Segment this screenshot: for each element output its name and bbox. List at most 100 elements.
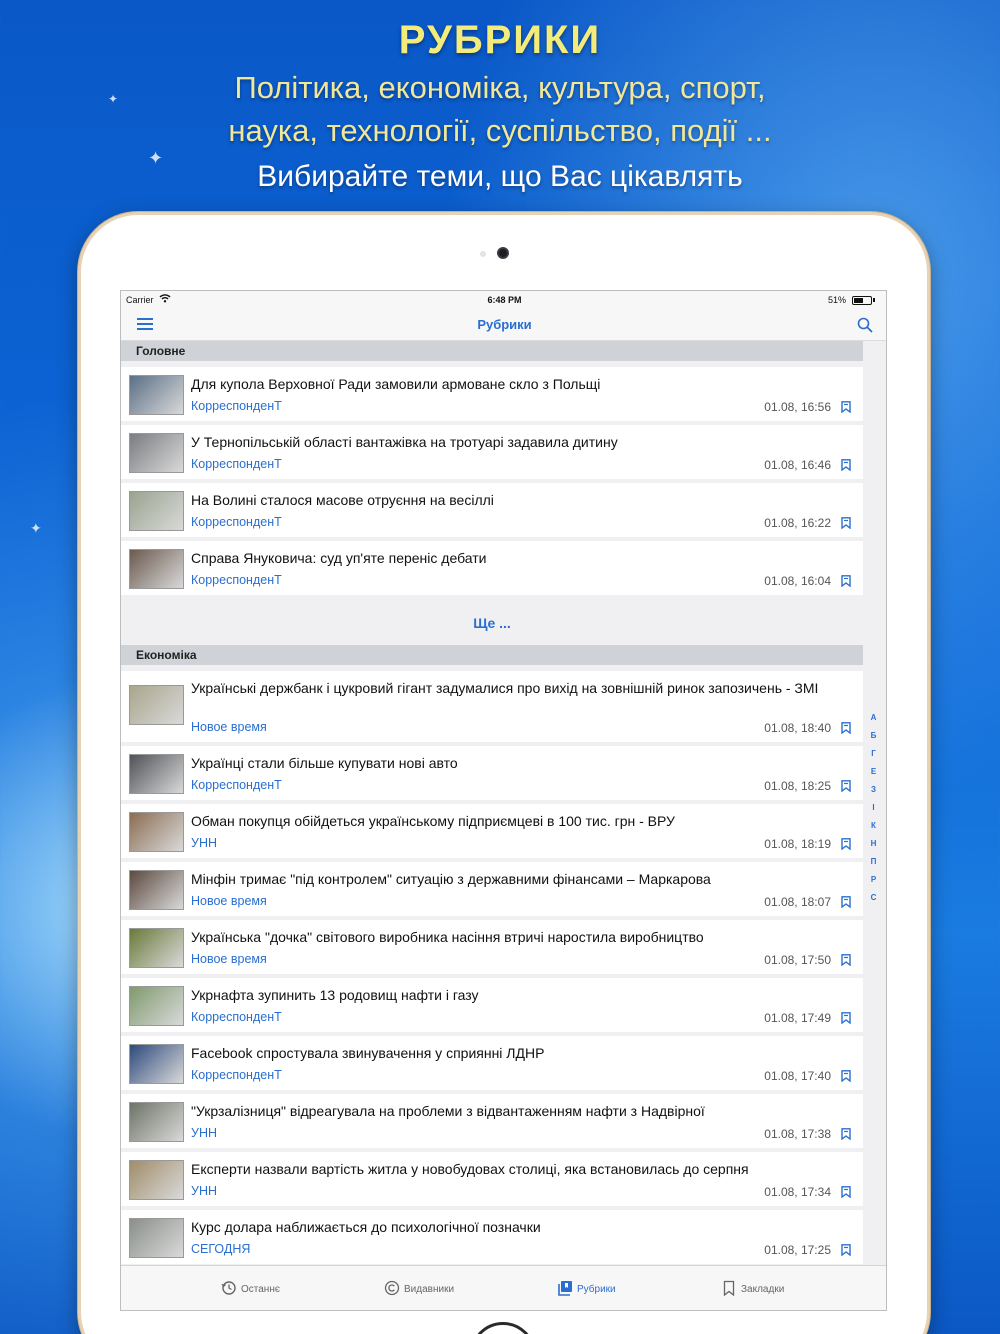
promo-title: РУБРИКИ bbox=[398, 18, 602, 62]
news-thumbnail bbox=[129, 754, 184, 794]
index-letter[interactable]: З bbox=[861, 785, 886, 794]
tab-label: Рубрики bbox=[577, 1284, 616, 1295]
index-letter[interactable]: Е bbox=[861, 767, 886, 776]
news-source: КорреспонденТ bbox=[191, 457, 282, 471]
bookmark-icon[interactable] bbox=[841, 722, 851, 734]
alphabet-index[interactable]: АБГЕЗІКНПРС bbox=[861, 341, 886, 1265]
news-item[interactable]: У Тернопільській області вантажівка на т… bbox=[121, 425, 863, 479]
news-source: УНН bbox=[191, 1126, 217, 1140]
tab-label: Останнє bbox=[241, 1284, 280, 1295]
promo-line-1: Політика, економіка, культура, спорт, bbox=[234, 70, 766, 105]
news-title: У Тернопільській області вантажівка на т… bbox=[191, 434, 618, 450]
history-icon bbox=[221, 1281, 236, 1295]
bookmark-icon[interactable] bbox=[841, 1186, 851, 1198]
battery-percent: 51% bbox=[827, 295, 846, 305]
index-letter[interactable]: Б bbox=[861, 731, 886, 740]
battery-icon bbox=[852, 296, 872, 305]
bookmark-icon[interactable] bbox=[841, 954, 851, 966]
status-time: 6:48 PM bbox=[487, 295, 522, 305]
bookmark-icon[interactable] bbox=[841, 1244, 851, 1256]
news-thumbnail bbox=[129, 549, 184, 589]
news-thumbnail bbox=[129, 986, 184, 1026]
news-thumbnail bbox=[129, 928, 184, 968]
news-title: Для купола Верховної Ради замовили армов… bbox=[191, 376, 601, 392]
news-thumbnail bbox=[129, 491, 184, 531]
news-item[interactable]: Українські держбанк і цукровий гігант за… bbox=[121, 671, 863, 742]
news-item[interactable]: Справа Януковича: суд уп'яте переніс деб… bbox=[121, 541, 863, 595]
index-letter[interactable]: Р bbox=[861, 875, 886, 884]
news-item[interactable]: Курс долара наближається до психологічно… bbox=[121, 1210, 863, 1264]
bookmark-icon[interactable] bbox=[841, 838, 851, 850]
news-thumbnail bbox=[129, 870, 184, 910]
news-source: Новое время bbox=[191, 720, 267, 734]
news-title: Справа Януковича: суд уп'яте переніс деб… bbox=[191, 550, 487, 566]
news-item[interactable]: На Волині сталося масове отруєння на вес… bbox=[121, 483, 863, 537]
news-title: Укрнафта зупинить 13 родовищ нафти і газ… bbox=[191, 987, 479, 1003]
news-time: 01.08, 16:22 bbox=[764, 516, 831, 530]
section-header: Економіка bbox=[121, 645, 863, 665]
bookmark-icon[interactable] bbox=[841, 1012, 851, 1024]
news-item[interactable]: Укрнафта зупинить 13 родовищ нафти і газ… bbox=[121, 978, 863, 1032]
news-thumbnail bbox=[129, 1102, 184, 1142]
tab-bar: Останнє Видавники Рубрики Закладки bbox=[121, 1265, 886, 1310]
bookmark-icon[interactable] bbox=[841, 401, 851, 413]
battery-tip bbox=[873, 298, 875, 302]
bookmark-icon[interactable] bbox=[841, 575, 851, 587]
news-title: Курс долара наближається до психологічно… bbox=[191, 1219, 541, 1235]
news-list[interactable]: Головне Для купола Верховної Ради замовил… bbox=[121, 341, 886, 1265]
index-letter[interactable]: С bbox=[861, 893, 886, 902]
news-title: Мінфін тримає "під контролем" ситуацію з… bbox=[191, 871, 711, 887]
news-item[interactable]: Обман покупця обійдеться українському пі… bbox=[121, 804, 863, 858]
sparkle-icon: ✦ bbox=[30, 520, 42, 536]
bookmark-icon[interactable] bbox=[841, 1128, 851, 1140]
index-letter[interactable]: К bbox=[861, 821, 886, 830]
promo-line-2: наука, технології, суспільство, події ..… bbox=[228, 113, 772, 148]
news-time: 01.08, 16:56 bbox=[764, 400, 831, 414]
news-item[interactable]: Мінфін тримає "під контролем" ситуацію з… bbox=[121, 862, 863, 916]
news-thumbnail bbox=[129, 1044, 184, 1084]
page-title: Рубрики bbox=[477, 317, 532, 332]
news-title: Українці стали більше купувати нові авто bbox=[191, 755, 458, 771]
camera bbox=[497, 247, 509, 259]
news-item[interactable]: Експерти назвали вартість житла у новобу… bbox=[121, 1152, 863, 1206]
news-item[interactable]: Українська "дочка" світового виробника н… bbox=[121, 920, 863, 974]
news-time: 01.08, 18:19 bbox=[764, 837, 831, 851]
index-letter[interactable]: П bbox=[861, 857, 886, 866]
app-screen: Carrier 6:48 PM 51% Рубрики Головне Для к… bbox=[120, 290, 887, 1311]
more-button[interactable]: Ще ... bbox=[121, 603, 863, 643]
news-item[interactable]: "Укрзалізниця" відреагувала на проблеми … bbox=[121, 1094, 863, 1148]
tab-label: Видавники bbox=[404, 1284, 455, 1295]
news-source: СЕГОДНЯ bbox=[191, 1242, 251, 1256]
index-letter[interactable]: Н bbox=[861, 839, 886, 848]
news-title: На Волині сталося масове отруєння на вес… bbox=[191, 492, 494, 508]
bookmark-icon[interactable] bbox=[841, 1070, 851, 1082]
bookmark-icon[interactable] bbox=[841, 517, 851, 529]
copyright-icon bbox=[384, 1280, 400, 1296]
index-letter[interactable]: А bbox=[861, 713, 886, 722]
status-bar: Carrier 6:48 PM 51% bbox=[121, 291, 886, 309]
news-time: 01.08, 18:40 bbox=[764, 721, 831, 735]
nav-bar: Рубрики bbox=[121, 309, 886, 341]
index-letter[interactable]: Г bbox=[861, 749, 886, 758]
bookmark-icon[interactable] bbox=[841, 896, 851, 908]
search-icon[interactable] bbox=[856, 316, 874, 334]
section-header: Головне bbox=[121, 341, 863, 361]
news-thumbnail bbox=[129, 685, 184, 725]
news-item[interactable]: Facebook спростувала звинувачення у спри… bbox=[121, 1036, 863, 1090]
tab-label: Закладки bbox=[741, 1284, 785, 1295]
news-source: УНН bbox=[191, 1184, 217, 1198]
index-letter[interactable]: І bbox=[861, 803, 886, 812]
bookmark-icon bbox=[723, 1280, 735, 1296]
bookmark-icon[interactable] bbox=[841, 780, 851, 792]
news-item[interactable]: Українці стали більше купувати нові авто… bbox=[121, 746, 863, 800]
news-time: 01.08, 18:25 bbox=[764, 779, 831, 793]
sparkle-icon: ✦ bbox=[108, 92, 119, 106]
news-thumbnail bbox=[129, 433, 184, 473]
news-thumbnail bbox=[129, 1218, 184, 1258]
news-time: 01.08, 18:07 bbox=[764, 895, 831, 909]
news-item[interactable]: Для купола Верховної Ради замовили армов… bbox=[121, 367, 863, 421]
news-time: 01.08, 16:04 bbox=[764, 574, 831, 588]
news-time: 01.08, 17:38 bbox=[764, 1127, 831, 1141]
news-time: 01.08, 17:50 bbox=[764, 953, 831, 967]
bookmark-icon[interactable] bbox=[841, 459, 851, 471]
